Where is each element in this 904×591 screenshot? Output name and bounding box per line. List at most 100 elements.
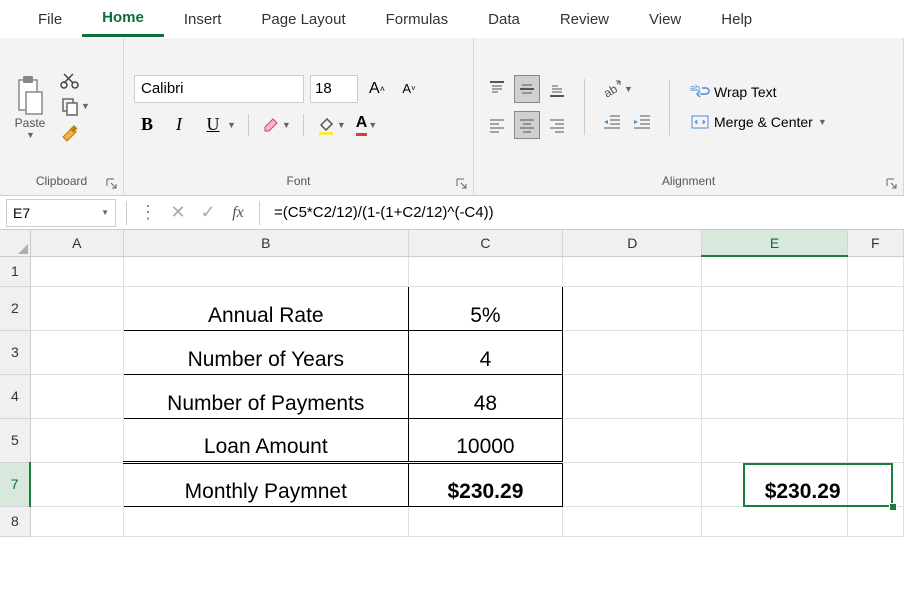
merge-label: Merge & Center [714, 114, 813, 130]
row-header-5[interactable]: 5 [0, 418, 30, 462]
wrap-text-label: Wrap Text [714, 84, 777, 100]
cell-c7[interactable]: $230.29 [408, 462, 562, 506]
cut-button[interactable] [60, 70, 90, 90]
formula-enter-button[interactable]: ✓ [193, 201, 223, 225]
col-header-c[interactable]: C [408, 230, 562, 256]
ribbon-group-clipboard: Paste ▼ ▼ Clipboard [0, 38, 124, 195]
row-header-2[interactable]: 2 [0, 286, 30, 330]
col-header-e[interactable]: E [702, 230, 847, 256]
tab-view[interactable]: View [629, 3, 701, 36]
tab-pagelayout[interactable]: Page Layout [241, 3, 365, 36]
ribbon-group-font: A˄ A˅ B I U▼ ▼ ▼ [124, 38, 474, 195]
align-right-button[interactable] [544, 111, 570, 139]
cell-b2[interactable]: Annual Rate [123, 286, 408, 330]
row-header-1[interactable]: 1 [0, 256, 30, 286]
borders-button[interactable]: ▼ [259, 115, 293, 135]
formula-input[interactable] [266, 204, 904, 221]
paste-button[interactable]: Paste ▼ [10, 70, 50, 144]
align-top-icon [488, 80, 506, 98]
formula-cancel-button[interactable]: ✕ [163, 201, 193, 225]
tab-file[interactable]: File [18, 3, 82, 36]
chevron-down-icon: ▼ [818, 117, 827, 127]
ribbon-group-alignment: ab ▼ ab Wrap Text Merge & Center [474, 38, 904, 195]
tab-bar: File Home Insert Page Layout Formulas Da… [0, 0, 904, 38]
fill-color-button[interactable]: ▼ [314, 115, 348, 135]
col-header-d[interactable]: D [563, 230, 702, 256]
paste-label: Paste [15, 116, 46, 130]
chevron-down-icon: ▼ [368, 120, 377, 130]
tab-data[interactable]: Data [468, 3, 540, 36]
increase-font-button[interactable]: A˄ [364, 75, 390, 103]
cell-b4[interactable]: Number of Payments [123, 374, 408, 418]
font-launcher[interactable] [455, 177, 469, 191]
insert-function-button[interactable]: fx [223, 201, 253, 225]
clipboard-launcher[interactable] [105, 177, 119, 191]
wrap-text-button[interactable]: ab Wrap Text [684, 81, 833, 103]
chevron-down-icon: ▼ [101, 208, 109, 217]
copy-button[interactable]: ▼ [60, 96, 90, 116]
row-header-3[interactable]: 3 [0, 330, 30, 374]
fill-handle[interactable] [889, 503, 897, 511]
cell-c4[interactable]: 48 [408, 374, 562, 418]
align-right-icon [548, 116, 566, 134]
underline-button[interactable]: U▼ [198, 111, 238, 139]
tab-home[interactable]: Home [82, 1, 164, 37]
merge-center-button[interactable]: Merge & Center ▼ [684, 111, 833, 133]
chevron-down-icon: ▼ [282, 120, 291, 130]
col-header-f[interactable]: F [847, 230, 903, 256]
row-header-4[interactable]: 4 [0, 374, 30, 418]
align-middle-button[interactable] [514, 75, 540, 103]
tab-insert[interactable]: Insert [164, 3, 242, 36]
bold-button[interactable]: B [134, 111, 160, 139]
align-bottom-button[interactable] [544, 75, 570, 103]
format-painter-button[interactable] [60, 122, 90, 144]
name-box[interactable]: E7 ▼ [6, 199, 116, 227]
indent-right-icon [632, 113, 652, 131]
chevron-down-icon: ▼ [26, 130, 35, 140]
font-name-select[interactable] [134, 75, 304, 103]
formula-more-button[interactable]: ⋮ [133, 201, 163, 225]
align-center-icon [518, 116, 536, 134]
ribbon: Paste ▼ ▼ Clipboard [0, 38, 904, 196]
brush-icon [60, 122, 82, 144]
align-middle-icon [518, 80, 536, 98]
align-left-icon [488, 116, 506, 134]
merge-icon [690, 113, 710, 131]
row-header-8[interactable]: 8 [0, 506, 30, 536]
name-box-value: E7 [13, 205, 30, 221]
chevron-down-icon: ▼ [227, 120, 236, 130]
indent-left-icon [602, 113, 622, 131]
alignment-launcher[interactable] [885, 177, 899, 191]
cell-b5[interactable]: Loan Amount [123, 418, 408, 462]
cell-c5[interactable]: 10000 [408, 418, 562, 462]
align-top-button[interactable] [484, 75, 510, 103]
tab-help[interactable]: Help [701, 3, 772, 36]
font-size-select[interactable] [310, 75, 358, 103]
tab-review[interactable]: Review [540, 3, 629, 36]
spreadsheet-grid[interactable]: A B C D E F 1 2 Annual Rate 5% 3 Number … [0, 230, 904, 537]
select-all-corner[interactable] [0, 230, 30, 256]
decrease-indent-button[interactable] [599, 108, 625, 136]
orientation-icon: ab [601, 78, 623, 100]
orientation-button[interactable]: ab ▼ [599, 78, 635, 100]
cell-b3[interactable]: Number of Years [123, 330, 408, 374]
formula-bar: E7 ▼ ⋮ ✕ ✓ fx [0, 196, 904, 230]
chevron-down-icon: ▼ [337, 120, 346, 130]
tab-formulas[interactable]: Formulas [366, 3, 469, 36]
col-header-b[interactable]: B [123, 230, 408, 256]
cell-c2[interactable]: 5% [408, 286, 562, 330]
italic-button[interactable]: I [166, 111, 192, 139]
decrease-font-button[interactable]: A˅ [396, 75, 422, 103]
cell-e7[interactable]: $230.29 [702, 462, 847, 506]
align-center-button[interactable] [514, 111, 540, 139]
cell-c3[interactable]: 4 [408, 330, 562, 374]
col-header-a[interactable]: A [30, 230, 123, 256]
wrap-text-icon: ab [690, 83, 710, 101]
alignment-group-label: Alignment [484, 171, 893, 193]
row-header-7[interactable]: 7 [0, 462, 30, 506]
font-color-button[interactable]: A ▼ [354, 114, 379, 136]
cell-b7[interactable]: Monthly Paymnet [123, 462, 408, 506]
increase-indent-button[interactable] [629, 108, 655, 136]
align-left-button[interactable] [484, 111, 510, 139]
chevron-down-icon: ▼ [81, 101, 90, 111]
